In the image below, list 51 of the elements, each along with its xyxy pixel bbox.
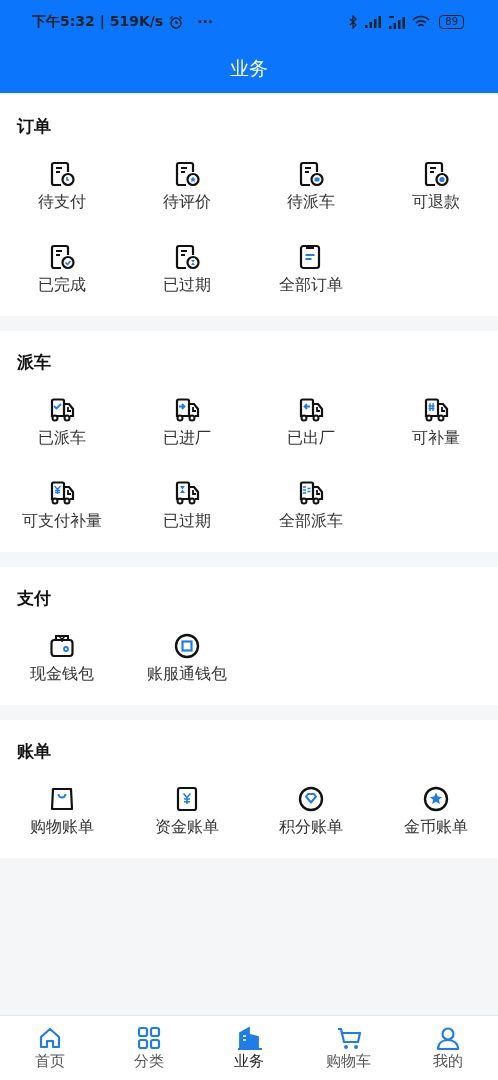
cart-icon xyxy=(335,1025,362,1051)
section-title: 支付 xyxy=(16,587,52,609)
tab-item[interactable]: 分类 xyxy=(99,1016,200,1080)
coin-icon xyxy=(172,632,201,660)
signal-icon xyxy=(388,15,407,29)
menu-item[interactable]: 已过期 xyxy=(124,479,249,532)
alarm-icon xyxy=(169,15,184,29)
menu-item[interactable]: 已出厂 xyxy=(249,396,374,449)
bluetooth-icon xyxy=(349,15,359,29)
truck-icon xyxy=(297,396,326,424)
menu-item[interactable]: 已派车 xyxy=(0,396,125,449)
wallet-icon xyxy=(48,632,77,660)
menu-item[interactable]: 资金账单 xyxy=(124,785,249,838)
grid-icon xyxy=(136,1025,163,1051)
document-icon xyxy=(297,160,326,188)
truck-icon xyxy=(48,396,77,424)
menu-item[interactable]: 待评价 xyxy=(124,160,249,213)
building-icon xyxy=(236,1025,262,1051)
battery-indicator: 89 xyxy=(439,15,464,29)
menu-item[interactable]: 现金钱包 xyxy=(0,632,125,685)
menu-item[interactable]: 购物账单 xyxy=(0,785,125,838)
section-title: 派车 xyxy=(16,351,52,373)
menu-item[interactable]: 已进厂 xyxy=(124,396,249,449)
more-indicator: ··· xyxy=(197,14,214,30)
tab-item[interactable]: 业务 xyxy=(199,1016,299,1080)
truck-icon xyxy=(297,479,326,507)
section-title: 账单 xyxy=(16,740,52,762)
menu-item[interactable]: 可退款 xyxy=(373,160,498,213)
menu-item[interactable]: 可补量 xyxy=(373,396,498,449)
document-icon xyxy=(48,243,77,271)
page-title: 业务 xyxy=(230,55,268,81)
menu-item[interactable]: 全部订单 xyxy=(249,243,374,296)
tab-item[interactable]: 购物车 xyxy=(298,1016,399,1080)
tab-item[interactable]: 首页 xyxy=(0,1016,100,1080)
menu-item[interactable]: 账服通钱包 xyxy=(124,632,249,685)
document-icon xyxy=(48,160,77,188)
truck-icon xyxy=(48,479,77,507)
menu-item[interactable]: 已完成 xyxy=(0,243,125,296)
menu-item[interactable]: 金币账单 xyxy=(373,785,498,838)
menu-item[interactable]: 待支付 xyxy=(0,160,125,213)
menu-item[interactable]: 可支付补量 xyxy=(0,479,125,532)
tab-item[interactable]: 我的 xyxy=(398,1016,498,1080)
person-icon xyxy=(435,1025,462,1051)
menu-item[interactable]: 全部派车 xyxy=(249,479,374,532)
menu-item[interactable]: 已过期 xyxy=(124,243,249,296)
menu-item[interactable]: 积分账单 xyxy=(249,785,374,838)
section-title: 订单 xyxy=(15,115,52,137)
menu-item[interactable]: 待派车 xyxy=(249,160,374,213)
status-time: 下午5:32 | 519K/s xyxy=(32,13,164,31)
wifi-icon xyxy=(412,15,431,29)
signal-icon xyxy=(364,16,383,28)
